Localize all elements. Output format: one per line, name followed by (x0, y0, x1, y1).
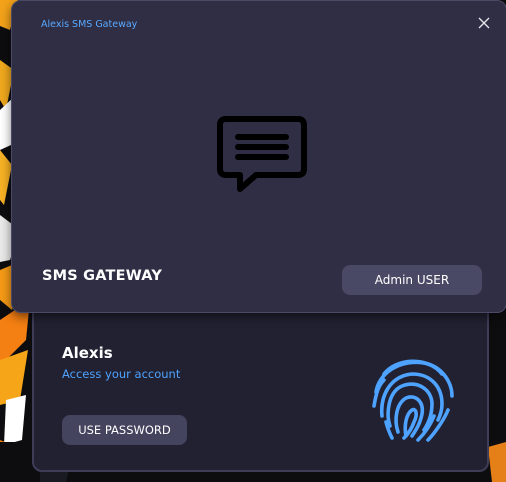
use-password-button[interactable]: USE PASSWORD (62, 415, 187, 445)
fingerprint-icon[interactable] (362, 346, 462, 446)
admin-user-button[interactable]: Admin USER (342, 265, 482, 295)
main-window: Alexis SMS Gateway SMS GATEWAY Admin USE… (11, 0, 506, 313)
user-name: Alexis (62, 344, 113, 362)
chat-message-icon (216, 115, 308, 197)
account-subtitle: Access your account (62, 367, 181, 381)
brand-title: SMS GATEWAY (42, 268, 163, 284)
close-icon[interactable] (474, 13, 494, 33)
account-card: Alexis Access your account USE PASSWORD (32, 300, 489, 472)
window-title: Alexis SMS Gateway (41, 19, 138, 30)
